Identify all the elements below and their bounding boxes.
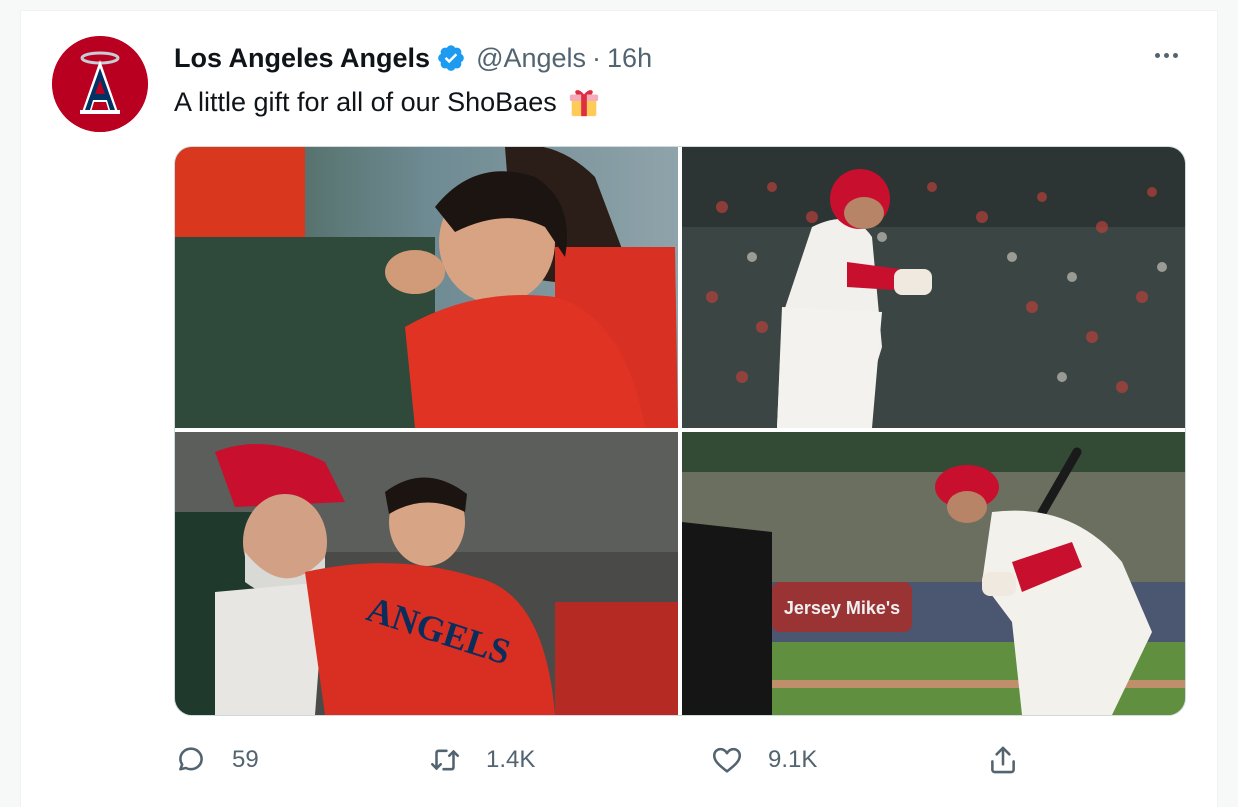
author-handle[interactable]: @Angels — [476, 43, 586, 74]
ad-board-text: Jersey Mike's — [784, 598, 900, 618]
reply-count: 59 — [232, 746, 259, 773]
share-icon — [991, 746, 1015, 774]
verified-badge-icon — [438, 45, 464, 71]
tweet-actions: 59 1.4K 9.1K — [174, 740, 1034, 780]
angels-logo-icon — [52, 36, 148, 132]
photo-home-run-trot[interactable] — [682, 147, 1185, 428]
retweet-count: 1.4K — [486, 746, 536, 773]
tweet-timestamp[interactable]: 16h — [607, 43, 652, 74]
tweet-body: A little gift for all of our ShoBaes — [174, 87, 557, 117]
like-button[interactable]: 9.1K — [710, 740, 817, 780]
avatar[interactable] — [52, 36, 148, 132]
media-grid: ANGELS Jersey Mike's — [174, 146, 1186, 716]
photo-angels-jersey[interactable]: ANGELS — [175, 432, 678, 715]
tweet-header: Los Angeles Angels @Angels · 16h — [174, 40, 652, 76]
share-button[interactable] — [986, 740, 1020, 780]
photo-dugout-smile[interactable] — [175, 147, 678, 428]
more-options-button[interactable] — [1148, 40, 1184, 70]
retweet-button[interactable]: 1.4K — [428, 740, 535, 780]
author-name[interactable]: Los Angeles Angels — [174, 43, 430, 74]
photo-batting-stance[interactable]: Jersey Mike's — [682, 432, 1185, 715]
reply-button[interactable]: 59 — [174, 740, 259, 780]
like-count: 9.1K — [768, 746, 818, 773]
separator-dot: · — [592, 42, 602, 73]
more-options-icon — [1154, 52, 1160, 58]
reply-icon — [179, 747, 203, 771]
heart-icon — [712, 747, 742, 773]
tweet-text: A little gift for all of our ShoBaes — [174, 84, 601, 120]
retweet-icon — [430, 749, 460, 771]
gift-emoji-icon — [569, 90, 598, 117]
